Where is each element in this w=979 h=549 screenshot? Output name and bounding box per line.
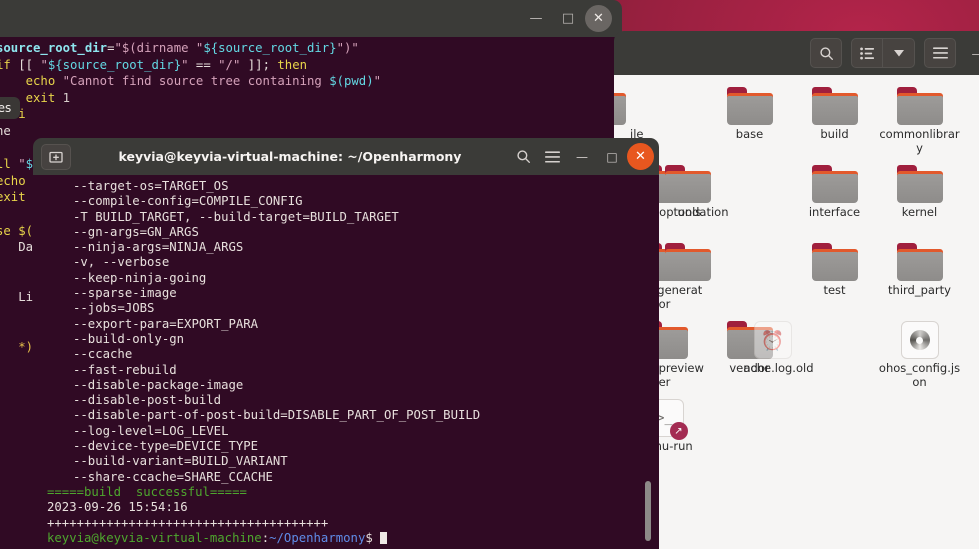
item-label: ache.log.old: [743, 361, 814, 375]
disc-file-icon: [900, 321, 939, 359]
terminal-option-line: --gn-args=GN_ARGS: [73, 224, 199, 239]
prompt-sigil: $: [365, 530, 373, 545]
list-item[interactable]: test: [792, 237, 877, 315]
terminal-option-line: --ccache: [73, 347, 133, 362]
close-icon[interactable]: ✕: [627, 143, 654, 170]
folder-icon: [811, 87, 858, 125]
search-icon[interactable]: [810, 38, 842, 68]
terminal-option-line: --keep-ninja-going: [73, 270, 207, 285]
list-item[interactable]: third_party: [877, 237, 962, 315]
folder-icon: [726, 87, 773, 125]
terminal-scrollbar-thumb[interactable]: [645, 481, 651, 541]
hamburger-menu-icon[interactable]: [538, 143, 567, 170]
folder-icon: [896, 243, 943, 281]
separator-line: ++++++++++++++++++++++++++++++++++++++: [47, 515, 329, 530]
terminal-option-line: -T BUILD_TARGET, --build-target=BUILD_TA…: [73, 209, 399, 224]
list-item[interactable]: base: [707, 81, 792, 159]
log-file-icon: ⏰: [753, 321, 792, 359]
search-icon[interactable]: [509, 143, 538, 170]
foreground-terminal-window[interactable]: keyvia@keyvia-virtual-machine: ~/Openhar…: [33, 138, 659, 549]
file-manager-titlebar[interactable]: —: [614, 31, 979, 75]
list-item[interactable]: build: [792, 81, 877, 159]
folder-icon: [896, 165, 943, 203]
terminal-option-line: --disable-part-of-post-build=DISABLE_PAR…: [73, 408, 481, 423]
terminal-option-line: -v, --verbose: [73, 255, 170, 270]
terminal-option-line: --target-os=TARGET_OS: [73, 179, 229, 193]
terminal-option-line: --sparse-image: [73, 286, 177, 301]
item-label: base: [735, 127, 764, 141]
list-item[interactable]: interface: [792, 159, 877, 237]
terminal-option-line: --disable-post-build: [73, 393, 222, 408]
item-label: kernel: [901, 205, 938, 219]
maximize-icon[interactable]: □: [597, 143, 627, 170]
terminal-option-line: --ninja-args=NINJA_ARGS: [73, 240, 244, 255]
shortcut-emblem-icon: ↗: [669, 422, 688, 440]
item-label: ohos_config.json: [878, 361, 961, 389]
build-timestamp: 2023-09-26 15:54:16: [47, 500, 188, 515]
folder-icon: [614, 87, 626, 125]
minimize-icon[interactable]: —: [965, 38, 979, 68]
folder-icon: [896, 87, 943, 125]
terminal-option-line: --fast-rebuild: [73, 362, 177, 377]
folder-icon: [664, 243, 711, 281]
background-terminal-titlebar[interactable]: — □ ✕: [0, 0, 622, 37]
folder-icon: [811, 243, 858, 281]
list-item[interactable]: ohos_config.json: [877, 315, 962, 393]
terminal-option-line: --log-level=LOG_LEVEL: [73, 423, 229, 438]
terminal-option-line: --disable-package-image: [73, 377, 244, 392]
new-tab-icon[interactable]: [41, 143, 71, 170]
terminal-option-line: --share-ccache=SHARE_CCACHE: [73, 469, 273, 484]
list-item[interactable]: commonlibrary: [877, 81, 962, 159]
file-icon-grid: ile base build commonlibrary developtool…: [614, 81, 979, 471]
foreground-terminal-output[interactable]: --target-os=TARGET_OS --compile-config=C…: [33, 175, 659, 549]
file-manager-content[interactable]: ile base build commonlibrary developtool…: [614, 75, 979, 549]
chevron-down-icon[interactable]: [883, 38, 915, 68]
terminal-option-line: --compile-config=COMPILE_CONFIG: [73, 194, 303, 209]
desktop-screen: — □ ✕ source_root_dir="$(dirname "${sour…: [0, 0, 979, 549]
file-manager-window[interactable]: — ile base build commonlibrary: [614, 31, 979, 549]
window-title: keyvia@keyvia-virtual-machine: ~/Openhar…: [118, 149, 462, 164]
item-label: interface: [808, 205, 861, 219]
terminal-option-line: --jobs=JOBS: [73, 301, 155, 316]
list-view-icon[interactable]: [851, 38, 883, 68]
maximize-icon[interactable]: □: [553, 5, 583, 32]
item-label: build: [820, 127, 849, 141]
terminal-option-line: --build-only-gn: [73, 331, 185, 346]
item-label: third_party: [888, 283, 951, 297]
view-mode-group[interactable]: [851, 38, 915, 68]
folder-icon: [811, 165, 858, 203]
minimize-icon[interactable]: —: [521, 5, 551, 32]
item-label: commonlibrary: [879, 127, 960, 155]
terminal-cursor: [380, 531, 388, 544]
minimize-icon[interactable]: —: [567, 143, 597, 170]
prompt-path: ~/Openharmony: [269, 530, 366, 545]
folder-icon: [664, 165, 711, 203]
terminal-option-line: --export-para=EXPORT_PARA: [73, 316, 259, 331]
prompt-colon: :: [261, 530, 270, 545]
item-label: test: [823, 283, 846, 297]
files-tooltip: iles: [0, 97, 21, 119]
terminal-option-line: --device-type=DEVICE_TYPE: [73, 439, 259, 454]
hamburger-menu-icon[interactable]: [924, 38, 956, 68]
terminal-scrollbar[interactable]: [645, 175, 655, 549]
foreground-terminal-titlebar[interactable]: keyvia@keyvia-virtual-machine: ~/Openhar…: [33, 138, 659, 175]
close-icon[interactable]: ✕: [585, 5, 612, 32]
terminal-option-line: --build-variant=BUILD_VARIANT: [73, 454, 288, 469]
prompt-user-host: keyvia@keyvia-virtual-machine: [47, 530, 262, 545]
list-item[interactable]: kernel: [877, 159, 962, 237]
build-status-text: =====build successful=====: [47, 484, 247, 499]
